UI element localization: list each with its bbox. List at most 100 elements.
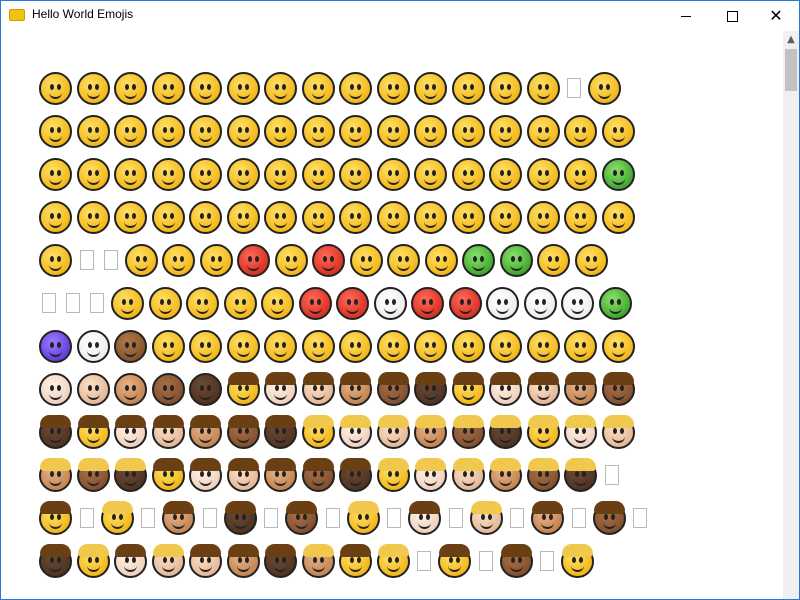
eye — [462, 169, 467, 176]
emoji-adult-tone2-icon — [375, 411, 413, 453]
mouth — [199, 177, 213, 185]
mouth — [461, 177, 475, 185]
scroll-up-arrow-icon[interactable]: ▲ — [783, 31, 799, 47]
eye — [582, 470, 587, 477]
tofu-box — [141, 508, 155, 528]
eye — [350, 126, 355, 133]
eye — [500, 212, 505, 219]
title-bar[interactable]: Hello World Emojis ✕ — [1, 1, 799, 31]
emoji-row — [37, 325, 637, 367]
eye — [357, 427, 362, 434]
emoji-cowboy-icon — [573, 239, 611, 281]
eye — [244, 212, 249, 219]
mouth — [86, 91, 100, 99]
hair — [347, 500, 379, 514]
emoji-sweat-icon — [450, 153, 488, 195]
mouth — [461, 392, 475, 400]
mouth — [49, 349, 63, 357]
emoji-face — [598, 286, 632, 320]
vertical-scrollbar[interactable] — [783, 31, 799, 599]
eye — [169, 126, 174, 133]
eye — [132, 126, 137, 133]
eye — [282, 556, 287, 563]
emoji-face — [223, 286, 257, 320]
mouth — [49, 220, 63, 228]
eye — [94, 470, 99, 477]
emoji-face — [526, 157, 560, 191]
mouth — [49, 521, 63, 529]
eye — [237, 212, 242, 219]
eye — [197, 298, 202, 305]
minimize-button[interactable] — [663, 1, 709, 31]
mouth — [274, 91, 288, 99]
mouth — [236, 392, 250, 400]
emoji-face — [592, 500, 626, 535]
emoji-rofl-icon — [150, 67, 188, 109]
eye — [316, 298, 321, 305]
emoji-face — [301, 329, 335, 363]
hair — [115, 543, 147, 557]
emoji-nauseated-icon — [460, 239, 498, 281]
eye — [162, 83, 167, 90]
mouth — [349, 478, 363, 486]
eye — [357, 83, 362, 90]
emoji-worried-icon — [225, 196, 263, 238]
emoji-row — [37, 282, 634, 324]
emoji-boy-tone3-icon — [562, 368, 600, 410]
emoji-angry-icon — [273, 239, 311, 281]
eye — [387, 384, 392, 391]
emoji-face — [285, 500, 319, 535]
emoji-clown-icon — [372, 282, 410, 324]
eye — [125, 169, 130, 176]
emoji-blond-person-tone2-icon — [450, 454, 488, 496]
eye — [500, 470, 505, 477]
emoji-face — [76, 414, 110, 449]
mouth — [311, 91, 325, 99]
eye — [94, 341, 99, 348]
hair — [500, 543, 532, 557]
hair — [452, 457, 484, 471]
emoji-wink-icon — [337, 67, 375, 109]
hair — [470, 500, 502, 514]
eye — [432, 470, 437, 477]
mouth — [49, 435, 63, 443]
close-button[interactable]: ✕ — [753, 1, 799, 31]
emoji-tired-icon — [150, 153, 188, 195]
hair — [265, 457, 297, 471]
emoji-face — [451, 457, 485, 492]
mouth — [233, 306, 247, 314]
eye — [210, 255, 215, 262]
mouth — [424, 349, 438, 357]
emoji-poop-icon — [112, 325, 150, 367]
eye — [125, 556, 130, 563]
emoji-kissing-cat-icon — [337, 325, 375, 367]
emoji-face — [264, 457, 298, 492]
emoji-man-tone1-icon — [112, 540, 150, 582]
eye — [94, 212, 99, 219]
emoji-sweat-smile-icon — [262, 67, 300, 109]
eye — [575, 341, 580, 348]
mouth — [86, 392, 100, 400]
eye — [319, 126, 324, 133]
emoji-blond-man-tone2-icon — [150, 540, 188, 582]
emoji-man-tone2-icon — [187, 540, 225, 582]
mouth — [247, 263, 261, 271]
emoji-face — [114, 157, 148, 191]
eye — [394, 169, 399, 176]
eye — [544, 212, 549, 219]
eye — [544, 126, 549, 133]
missing-glyph-box — [37, 282, 61, 324]
mouth — [86, 177, 100, 185]
tofu-box — [66, 293, 80, 313]
maximize-button[interactable] — [709, 1, 755, 31]
emoji-face — [601, 114, 635, 148]
hair — [152, 543, 184, 557]
hair — [40, 543, 72, 557]
eye — [272, 298, 277, 305]
scrollbar-thumb[interactable] — [785, 49, 797, 91]
eye — [200, 341, 205, 348]
emoji-blond-person-tone3-icon — [487, 454, 525, 496]
hair — [490, 371, 522, 385]
eye — [507, 83, 512, 90]
eye — [504, 298, 509, 305]
